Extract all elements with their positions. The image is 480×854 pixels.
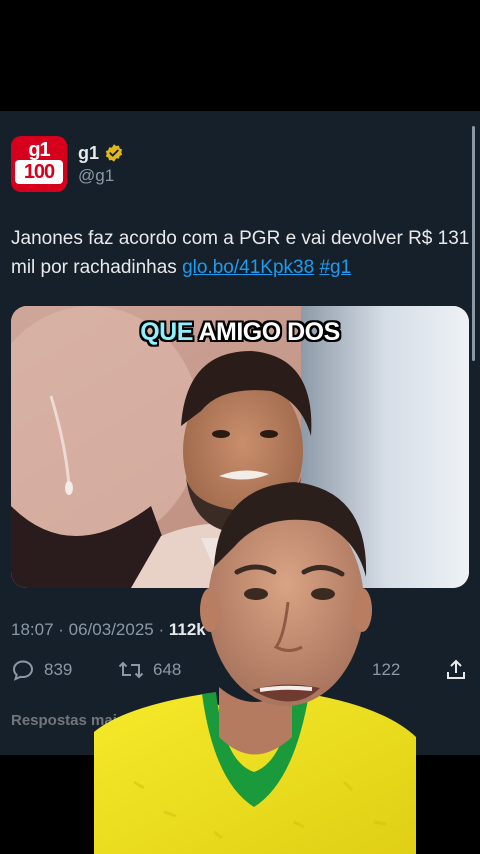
presenter-video-overlay <box>94 482 416 854</box>
share-button[interactable] <box>444 658 468 682</box>
reply-icon <box>12 660 34 681</box>
verified-badge-icon <box>105 144 123 162</box>
reply-count: 839 <box>44 660 73 679</box>
tweet-link[interactable]: glo.bo/41Kpk38 <box>182 257 314 278</box>
author-handle[interactable]: @g1 <box>78 166 114 186</box>
tweet-hashtag[interactable]: #g1 <box>319 257 351 278</box>
caption-word-highlight: QUE <box>140 318 193 346</box>
author-name[interactable]: g1 <box>78 143 99 164</box>
top-black-bar <box>0 0 480 111</box>
reply-button[interactable]: 839 <box>11 658 72 682</box>
avatar-logo-text: g1 <box>28 139 50 161</box>
caption-words: AMIGO DOS <box>198 318 340 346</box>
share-icon <box>447 659 465 679</box>
avatar[interactable]: g1 100 <box>11 136 67 192</box>
tweet-text: Janones faz acordo com a PGR e vai devol… <box>11 224 471 282</box>
video-caption: QUE AMIGO DOS <box>0 318 480 347</box>
avatar-logo-number: 100 <box>15 160 63 184</box>
author-name-row[interactable]: g1 <box>78 142 124 164</box>
